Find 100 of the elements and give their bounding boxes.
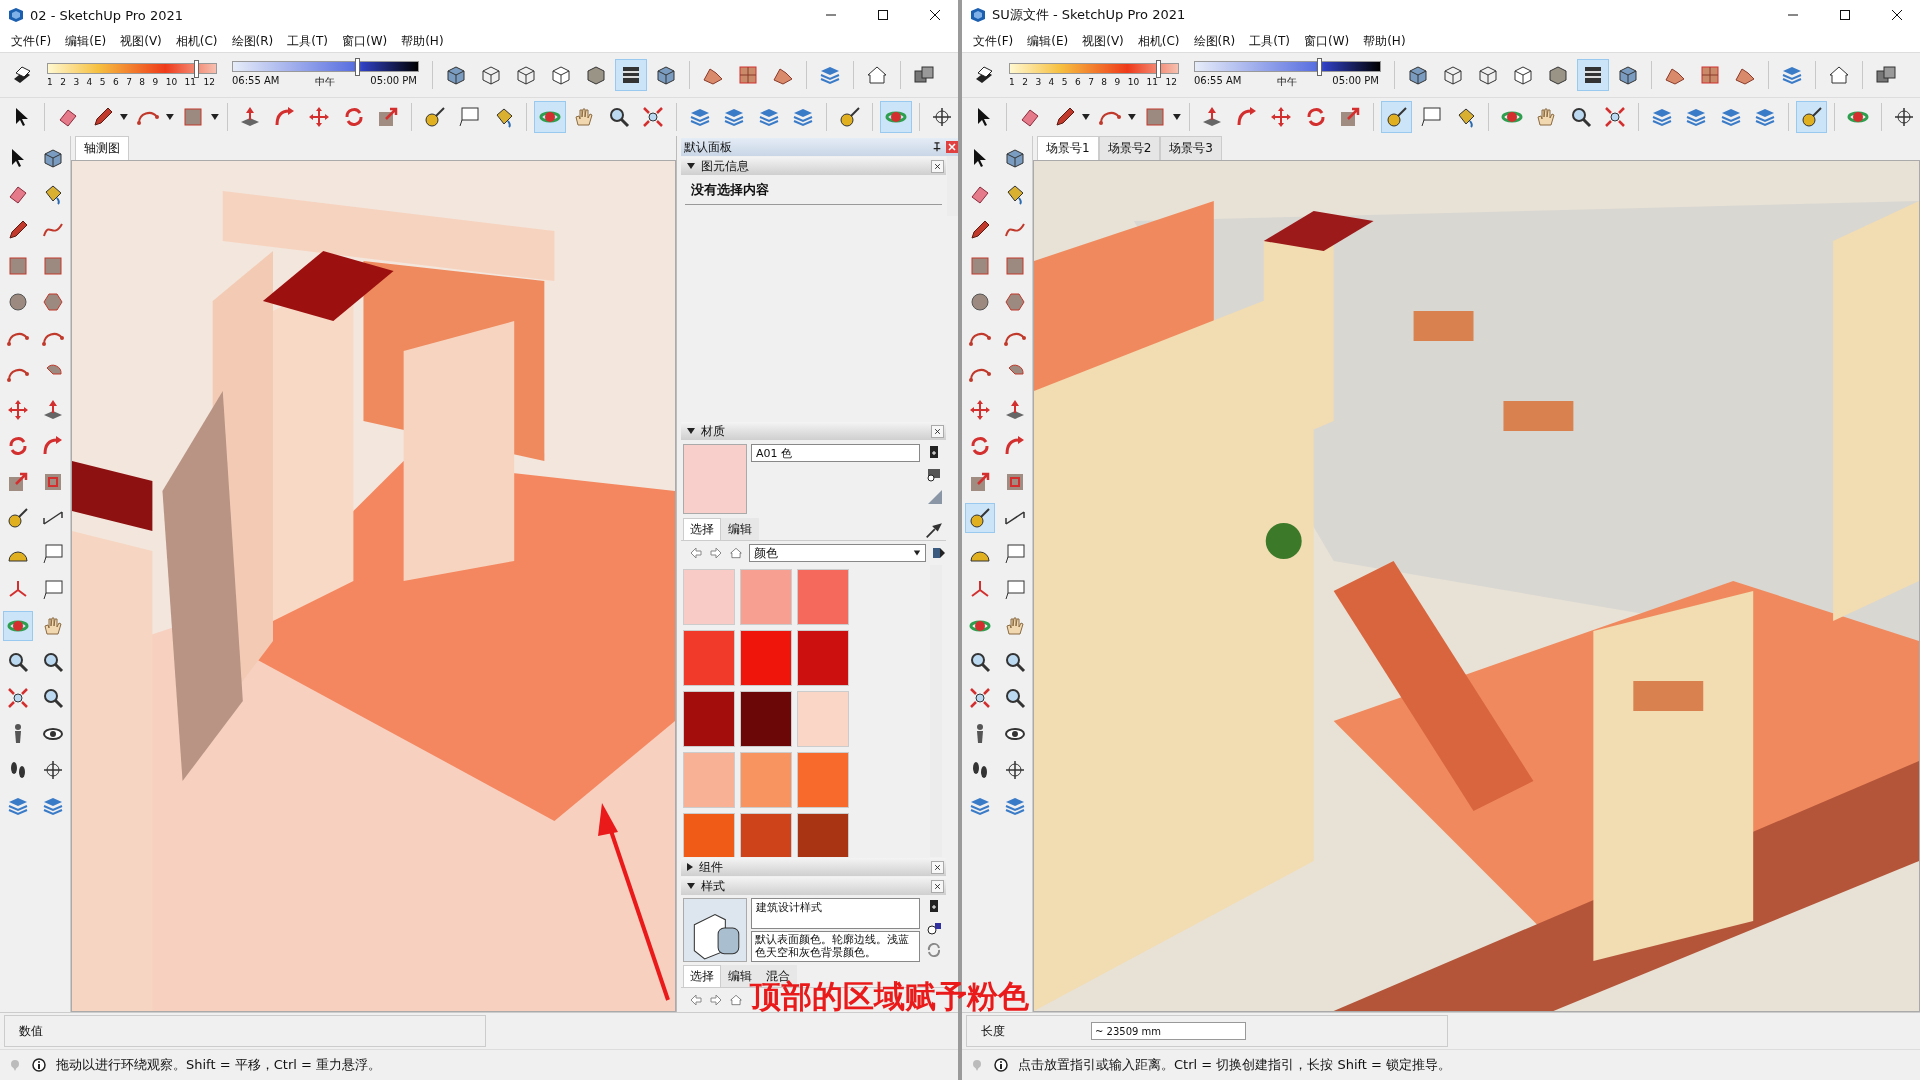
tab[interactable]: 选择 — [683, 518, 721, 540]
selection-message: 没有选择内容 — [685, 175, 942, 205]
material-name-field[interactable]: A01 色 — [751, 444, 920, 462]
scene-tab[interactable]: 场景号1 — [1037, 136, 1099, 160]
caret-icon[interactable] — [1171, 113, 1182, 121]
color-swatch[interactable] — [797, 630, 849, 686]
menu-item[interactable]: 相机(C) — [1130, 30, 1187, 52]
month-label: 2 — [1022, 77, 1028, 87]
orbit-icon[interactable] — [2, 610, 33, 641]
caret-icon[interactable] — [209, 113, 220, 121]
month-label: 1 — [1009, 77, 1015, 87]
scene-tab[interactable]: 轴测图 — [75, 136, 129, 160]
add-style-icon[interactable] — [926, 920, 942, 936]
home-icon[interactable] — [729, 546, 743, 560]
close-icon[interactable] — [931, 159, 944, 173]
menu-item[interactable]: 视图(V) — [1075, 30, 1131, 52]
menu-item[interactable]: 相机(C) — [168, 30, 225, 52]
eyedropper-icon[interactable] — [924, 522, 942, 540]
color-swatch[interactable] — [740, 569, 792, 625]
back-arrow-icon[interactable] — [689, 546, 703, 560]
close-icon[interactable] — [931, 424, 944, 438]
tab[interactable]: 编辑 — [721, 518, 759, 540]
caret-icon[interactable] — [119, 113, 130, 121]
section-header[interactable]: 图元信息 — [681, 157, 946, 175]
close-icon[interactable] — [931, 879, 944, 893]
color-swatch[interactable] — [797, 813, 849, 857]
color-swatch[interactable] — [683, 691, 735, 747]
library-dropdown[interactable]: 颜色 — [749, 544, 926, 562]
caret-icon[interactable] — [913, 549, 921, 557]
pin-icon[interactable] — [932, 142, 942, 152]
style-description[interactable]: 默认表面颜色。轮廓边线。浅蓝色天空和灰色背景颜色。 — [751, 930, 920, 962]
back-arrow-icon[interactable] — [689, 993, 703, 1007]
menu-item[interactable]: 工具(T) — [280, 30, 335, 52]
style-thumbnail[interactable] — [683, 898, 747, 962]
info-icon[interactable] — [994, 1058, 1008, 1072]
measurement-field[interactable]: ~ 23509 mm — [1091, 1022, 1246, 1040]
refresh-icon[interactable] — [926, 942, 942, 958]
orbit-icon[interactable] — [534, 101, 566, 133]
striped-box-icon[interactable] — [615, 59, 647, 91]
month-label: 11 — [184, 77, 197, 87]
menu-item[interactable]: 窗口(W) — [334, 30, 395, 52]
section-header[interactable]: 样式 — [681, 877, 946, 895]
color-swatch[interactable] — [740, 691, 792, 747]
add-material-icon[interactable] — [926, 466, 942, 482]
section-header[interactable]: 材质 — [681, 422, 946, 440]
menu-item[interactable]: 文件(F) — [966, 30, 1021, 52]
month-label: 5 — [99, 77, 106, 87]
home-icon[interactable] — [729, 993, 743, 1007]
month-label: 8 — [1101, 77, 1108, 87]
expand-triangle-icon[interactable] — [687, 428, 695, 434]
section-header[interactable]: 组件 — [681, 858, 946, 876]
scene-tab[interactable]: 场景号2 — [1098, 136, 1161, 160]
tape-measure-icon[interactable] — [964, 502, 995, 533]
orbit-icon[interactable] — [880, 101, 912, 133]
slider-thumb[interactable] — [193, 60, 199, 78]
scene-tab[interactable]: 场景号3 — [1160, 136, 1222, 160]
close-icon[interactable] — [931, 860, 944, 874]
color-swatch[interactable] — [683, 752, 735, 808]
menu-item[interactable]: 绘图(R) — [1186, 30, 1243, 52]
time-label: 06:55 AM — [1194, 75, 1242, 88]
scrollbar[interactable] — [947, 156, 958, 216]
color-swatch[interactable] — [797, 752, 849, 808]
details-arrow-icon[interactable] — [932, 546, 946, 560]
color-swatch[interactable] — [740, 813, 792, 857]
section-title: 样式 — [701, 877, 726, 895]
info-icon[interactable] — [32, 1058, 46, 1072]
style-name-field[interactable]: 建筑设计样式 — [751, 898, 920, 929]
menu-item[interactable]: 帮助(H) — [394, 30, 451, 52]
color-swatch[interactable] — [683, 569, 735, 625]
striped-box-icon[interactable] — [1577, 59, 1609, 91]
menu-item[interactable]: 帮助(H) — [1356, 30, 1413, 52]
menu-item[interactable]: 视图(V) — [113, 30, 169, 52]
menu-item[interactable]: 绘图(R) — [224, 30, 281, 52]
forward-arrow-icon[interactable] — [709, 993, 723, 1007]
color-swatch[interactable] — [740, 630, 792, 686]
expand-triangle-icon[interactable] — [687, 863, 693, 871]
caret-icon[interactable] — [164, 113, 175, 121]
color-swatch[interactable] — [797, 691, 849, 747]
forward-arrow-icon[interactable] — [709, 546, 723, 560]
color-swatch[interactable] — [740, 752, 792, 808]
slider-thumb[interactable] — [354, 58, 360, 76]
color-swatch[interactable] — [797, 569, 849, 625]
menu-item[interactable]: 编辑(E) — [58, 30, 114, 52]
expand-triangle-icon[interactable] — [687, 883, 695, 889]
status-text: 点击放置指引或输入距离。Ctrl = 切换创建指引，长按 Shift = 锁定推导。 — [1018, 1056, 1452, 1074]
menu-item[interactable]: 窗口(W) — [1296, 30, 1357, 52]
tab[interactable]: 选择 — [683, 965, 721, 987]
caret-icon[interactable] — [1081, 113, 1092, 121]
slider-thumb[interactable] — [1316, 58, 1322, 76]
expand-triangle-icon[interactable] — [687, 163, 695, 169]
color-swatch[interactable] — [683, 813, 735, 857]
color-swatch[interactable] — [683, 630, 735, 686]
menu-item[interactable]: 工具(T) — [1242, 30, 1297, 52]
tape-measure-icon[interactable] — [1795, 101, 1828, 133]
menu-item[interactable]: 文件(F) — [4, 30, 59, 52]
menu-item[interactable]: 编辑(E) — [1020, 30, 1076, 52]
tape-measure-icon[interactable] — [1380, 101, 1413, 133]
slider-thumb[interactable] — [1155, 60, 1161, 78]
caret-icon[interactable] — [1126, 113, 1137, 121]
close-icon[interactable] — [946, 141, 958, 153]
